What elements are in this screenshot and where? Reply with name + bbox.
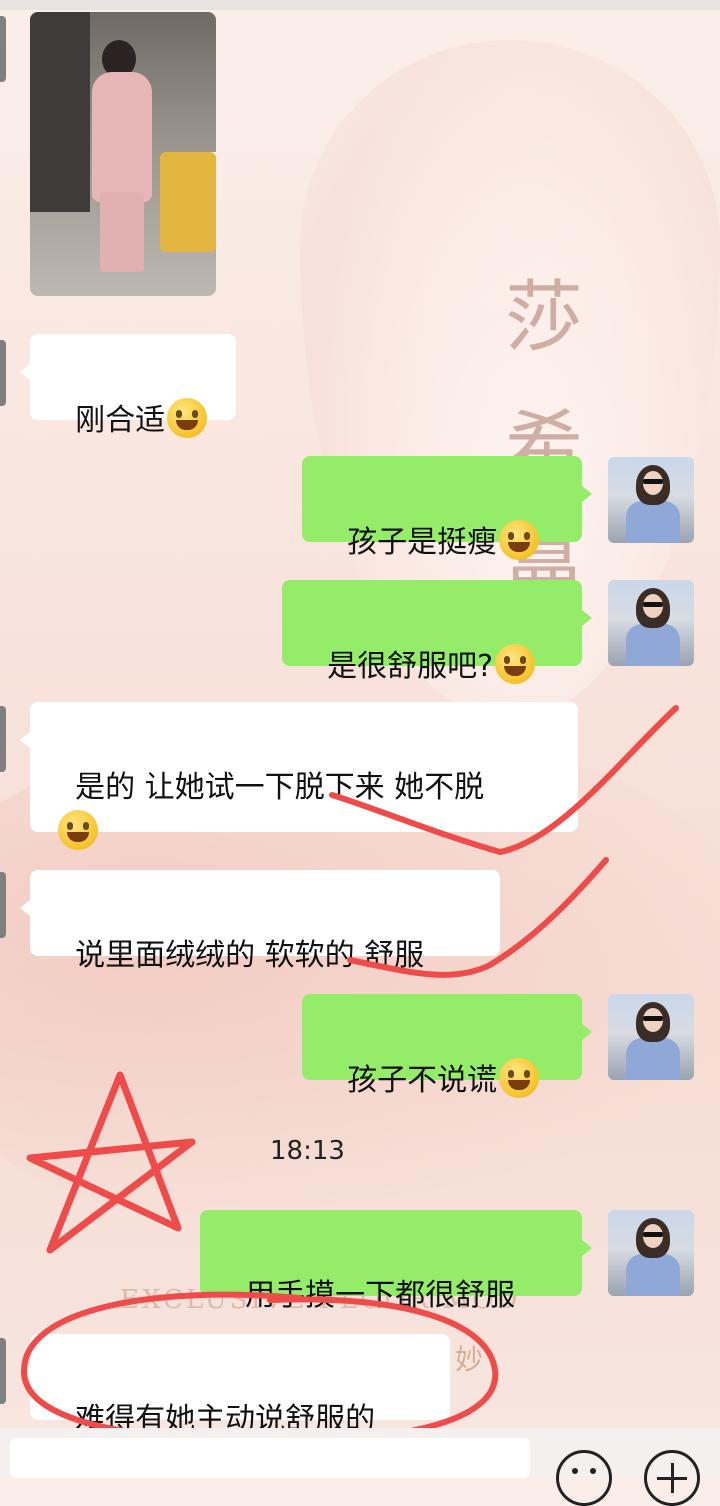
outgoing-message-bubble[interactable]: 孩子不说谎 (302, 994, 592, 1098)
photo-child-legs (100, 192, 144, 272)
wallpaper-brand-small: 妙 (455, 1343, 484, 1376)
message-input[interactable] (10, 1438, 530, 1478)
status-bar-edge (0, 0, 720, 10)
grimacing-face-icon (499, 520, 540, 560)
annotation-star (26, 1071, 196, 1254)
chat-input-bar (0, 1428, 720, 1506)
hand-over-mouth-face-icon (499, 1058, 540, 1098)
smile-icon[interactable] (556, 1450, 612, 1506)
message-text: 孩子是挺瘦 (347, 525, 498, 560)
plus-icon[interactable] (644, 1450, 700, 1506)
message-text: 说里面绒绒的 软软的 舒服 (75, 938, 425, 973)
my-avatar[interactable] (608, 1210, 694, 1296)
incoming-message-bubble[interactable]: 难得有她主动说舒服的 (20, 1334, 450, 1437)
contact-avatar[interactable] (0, 872, 6, 938)
contact-avatar[interactable] (0, 340, 6, 406)
contact-avatar[interactable] (0, 16, 6, 82)
incoming-message-bubble[interactable]: 刚合适 (20, 334, 236, 438)
incoming-message-bubble[interactable]: 是的 让她试一下脱下来 她不脱 (20, 702, 578, 850)
my-avatar[interactable] (608, 994, 694, 1080)
photo-door (30, 12, 90, 212)
photo-child-body (92, 72, 152, 202)
smiling-face-icon (495, 644, 536, 684)
contact-avatar[interactable] (0, 706, 6, 772)
wallpaper-brand-char-1: 莎 (505, 273, 584, 363)
message-timestamp: 18:13 (270, 1136, 345, 1166)
tears-of-joy-face-icon (58, 810, 98, 850)
message-text: 刚合适 (75, 403, 166, 438)
my-avatar[interactable] (608, 457, 694, 543)
message-text: 是的 让她试一下脱下来 她不脱 (75, 770, 485, 805)
photo-chair (160, 152, 216, 252)
message-text: 是很舒服吧? (327, 649, 494, 684)
grinning-face-icon (167, 398, 208, 438)
contact-avatar[interactable] (0, 1338, 6, 1404)
outgoing-message-bubble[interactable]: 用手摸一下都很舒服 (200, 1210, 592, 1313)
image-message[interactable] (30, 12, 216, 296)
outgoing-message-bubble[interactable]: 是很舒服吧? (282, 580, 592, 684)
message-text: 孩子不说谎 (347, 1063, 498, 1098)
my-avatar[interactable] (608, 580, 694, 666)
incoming-message-bubble[interactable]: 说里面绒绒的 软软的 舒服 (20, 870, 500, 973)
message-text: 用手摸一下都很舒服 (245, 1278, 516, 1313)
outgoing-message-bubble[interactable]: 孩子是挺瘦 (302, 456, 592, 560)
